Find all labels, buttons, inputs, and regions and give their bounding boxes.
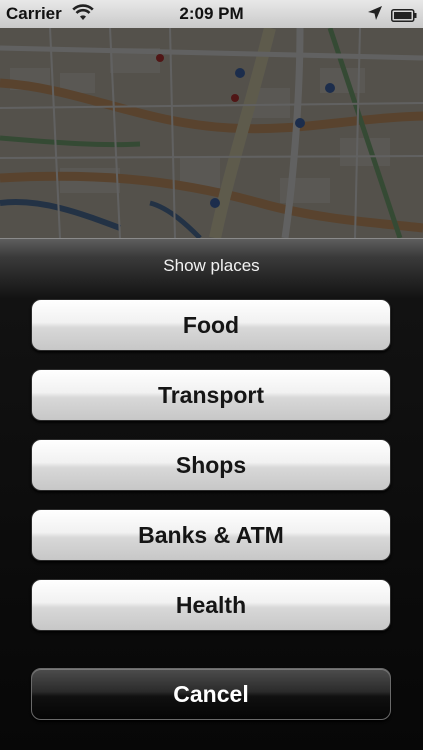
- transport-button[interactable]: Transport: [31, 369, 391, 421]
- screen: Carrier 2:09 PM Show places Food Transpo…: [0, 0, 423, 750]
- status-bar: Carrier 2:09 PM: [0, 0, 423, 28]
- map-view[interactable]: [0, 28, 423, 238]
- location-arrow-icon: [367, 5, 383, 21]
- health-button[interactable]: Health: [31, 579, 391, 631]
- action-sheet: Show places Food Transport Shops Banks &…: [0, 238, 423, 750]
- food-button[interactable]: Food: [31, 299, 391, 351]
- banks-atm-button[interactable]: Banks & ATM: [31, 509, 391, 561]
- map-dim-overlay: [0, 28, 423, 238]
- battery-icon: [391, 7, 417, 22]
- action-sheet-title: Show places: [163, 256, 260, 275]
- shops-button[interactable]: Shops: [31, 439, 391, 491]
- cancel-button[interactable]: Cancel: [31, 668, 391, 720]
- clock-time: 2:09 PM: [179, 4, 244, 23]
